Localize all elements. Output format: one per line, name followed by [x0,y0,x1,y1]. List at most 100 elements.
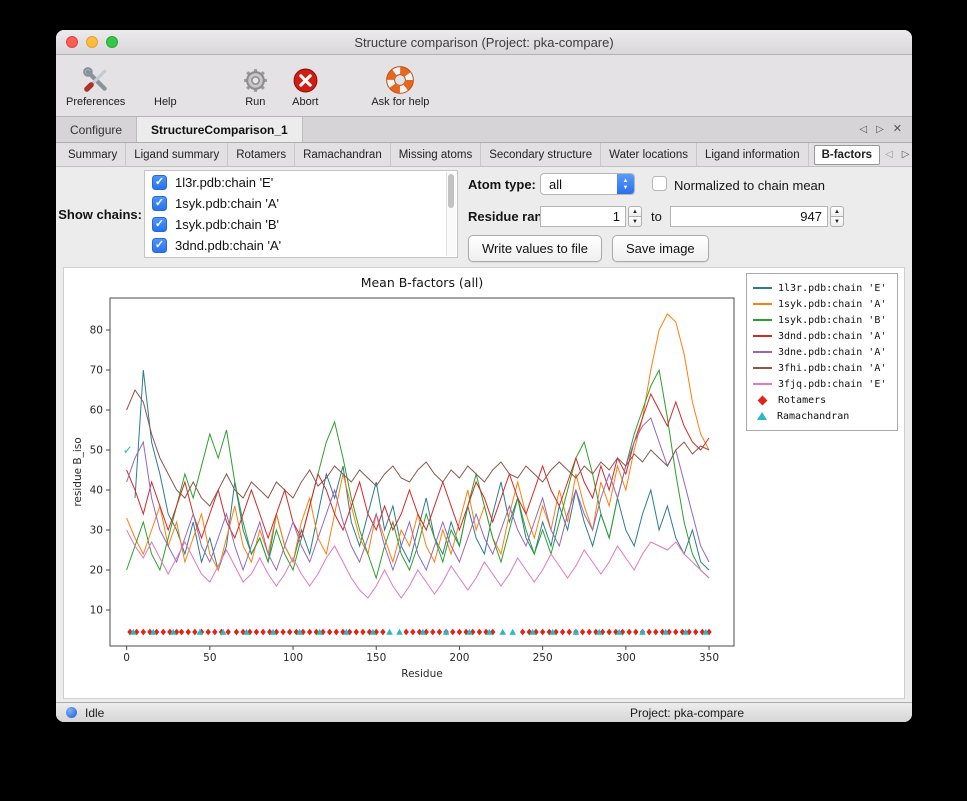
chain-checkbox[interactable] [152,217,167,232]
chart-panel: 0501001502002503003501020304050607080✓Me… [63,267,905,699]
svg-text:50: 50 [203,652,216,664]
status-bar: Idle Project: pka-compare [56,702,912,722]
legend-item: 3dne.pdb:chain 'A' [753,344,891,360]
legend-swatch [758,395,768,405]
report-scroll-left-icon[interactable] [885,150,893,160]
chain-label: 3dnd.pdb:chain 'A' [175,238,281,253]
abort-label: Abort [292,96,318,109]
atom-type-label: Atom type: [468,177,536,192]
svg-text:50: 50 [90,445,103,457]
window-title: Structure comparison (Project: pka-compa… [56,35,912,50]
tab-structurecomparison-1[interactable]: StructureComparison_1 [137,117,303,142]
dropdown-stepper-icon [617,174,634,194]
chain-list-item[interactable]: 3dnd.pdb:chain 'A' [145,235,457,256]
abort-icon [292,64,319,96]
svg-text:200: 200 [449,652,469,664]
status-indicator-icon [66,707,77,718]
tab-ligand-information[interactable]: Ligand information [697,143,809,166]
chain-checkbox[interactable] [152,175,167,190]
chain-list[interactable]: 1l3r.pdb:chain 'E' 1syk.pdb:chain 'A' 1s… [144,170,458,258]
legend-item: 1syk.pdb:chain 'B' [753,312,891,328]
svg-text:residue B_iso: residue B_iso [72,437,84,506]
ask-for-help-label: Ask for help [371,96,429,109]
chain-list-item[interactable]: 1syk.pdb:chain 'A' [145,193,457,214]
atom-type-value: all [541,177,617,192]
legend-item: Ramachandran [753,408,891,424]
legend-swatch [753,287,772,289]
tab-missing-atoms[interactable]: Missing atoms [391,143,482,166]
legend-item: 1syk.pdb:chain 'A' [753,296,891,312]
report-scroll-right-icon[interactable] [902,150,910,160]
residue-to-input[interactable] [670,206,828,227]
range-to-label: to [651,209,662,224]
legend-item: 3fjq.pdb:chain 'E' [753,376,891,392]
svg-text:✓: ✓ [123,443,133,457]
tab-ligand-summary[interactable]: Ligand summary [126,143,228,166]
ask-for-help-button[interactable]: Ask for help [371,59,429,109]
legend-item: 1l3r.pdb:chain 'E' [753,280,891,296]
status-project: Project: pka-compare [630,706,744,720]
atom-type-select[interactable]: all [540,173,635,195]
chain-list-scrollbar[interactable] [446,172,456,256]
tab-ramachandran[interactable]: Ramachandran [295,143,391,166]
tools-icon [82,64,110,96]
normalized-label: Normalized to chain mean [674,178,825,193]
close-window-button[interactable] [66,36,78,48]
svg-text:80: 80 [90,325,103,337]
legend-item: 3dnd.pdb:chain 'A' [753,328,891,344]
tab-b-factors[interactable]: B-factors [814,145,880,165]
write-values-button[interactable]: Write values to file [468,235,602,262]
tab-close-icon[interactable] [893,124,902,135]
tab-summary[interactable]: Summary [60,143,126,166]
abort-button[interactable]: Abort [283,59,327,109]
legend-swatch [753,383,772,385]
gear-icon [242,64,269,96]
normalized-checkbox[interactable] [652,176,667,191]
tab-secondary-structure[interactable]: Secondary structure [481,143,601,166]
window-titlebar: Structure comparison (Project: pka-compa… [56,30,912,55]
help-button[interactable]: Help [143,59,187,109]
tab-scroll-left-icon[interactable] [859,125,867,135]
tab-configure[interactable]: Configure [56,117,137,142]
tab-rotamers[interactable]: Rotamers [228,143,295,166]
primary-tab-bar: Configure StructureComparison_1 [56,117,912,143]
svg-text:Mean B-factors (all): Mean B-factors (all) [361,275,484,290]
lifebuoy-icon [386,64,414,96]
svg-text:40: 40 [90,485,103,497]
legend-swatch [757,412,767,420]
svg-text:350: 350 [699,652,719,664]
legend-swatch [753,351,772,353]
residue-from-input[interactable] [540,206,626,227]
save-image-button[interactable]: Save image [612,235,709,262]
toolbar: Preferences Help Run [56,55,912,117]
primary-tab-nav [859,117,912,142]
chain-label: 1syk.pdb:chain 'B' [175,217,279,232]
residue-from-stepper[interactable] [628,206,642,227]
tab-water-locations[interactable]: Water locations [601,143,697,166]
run-button[interactable]: Run [233,59,277,109]
svg-text:10: 10 [90,605,103,617]
chain-checkbox[interactable] [152,196,167,211]
preferences-label: Preferences [66,96,125,109]
zoom-window-button[interactable] [106,36,118,48]
svg-text:150: 150 [366,652,386,664]
chain-list-scrollbar-thumb[interactable] [448,174,454,208]
app-window: Structure comparison (Project: pka-compa… [56,30,912,722]
chain-label: 1l3r.pdb:chain 'E' [175,175,273,190]
chain-list-item[interactable]: 1syk.pdb:chain 'B' [145,214,457,235]
chain-label: 1syk.pdb:chain 'A' [175,196,279,211]
traffic-lights [66,30,118,54]
legend-item: Rotamers [753,392,891,408]
bfactor-controls: Show chains: 1l3r.pdb:chain 'E' 1syk.pdb… [56,167,912,265]
svg-text:Residue: Residue [401,668,442,680]
tab-scroll-right-icon[interactable] [876,125,884,135]
chain-list-item[interactable]: 1l3r.pdb:chain 'E' [145,172,457,193]
legend-swatch [753,319,772,321]
legend-swatch [753,367,772,369]
minimize-window-button[interactable] [86,36,98,48]
run-label: Run [245,96,265,109]
residue-to-stepper[interactable] [830,206,844,227]
svg-text:300: 300 [616,652,636,664]
preferences-button[interactable]: Preferences [66,59,125,109]
chain-checkbox[interactable] [152,238,167,253]
